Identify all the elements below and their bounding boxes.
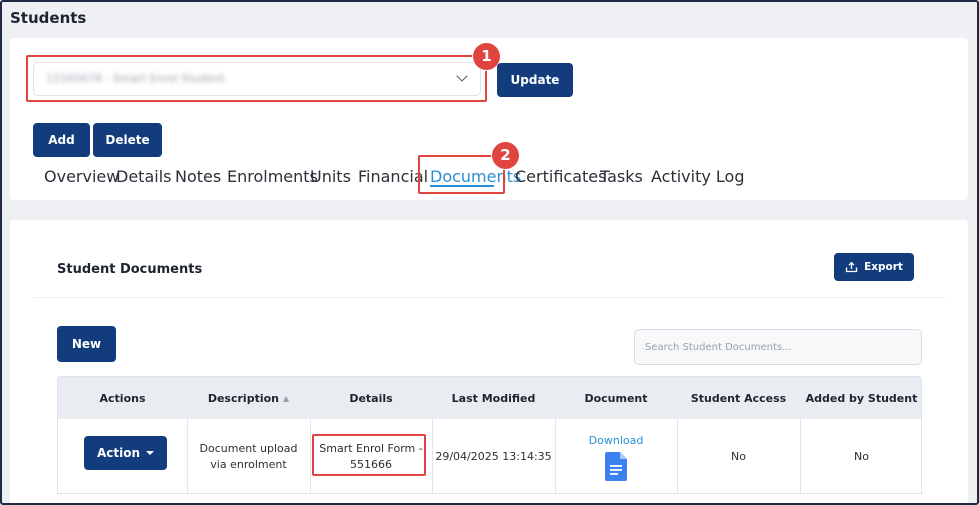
section-title: Student Documents (57, 262, 203, 277)
step-badge-2: 2 (492, 142, 519, 169)
google-doc-icon[interactable] (605, 452, 627, 481)
upload-icon (845, 261, 858, 273)
column-header-document: Document (584, 391, 648, 405)
cell-student-access: No (731, 450, 746, 463)
tab-certificates[interactable]: Certificates (515, 167, 606, 186)
column-header-details: Details (349, 391, 393, 405)
search-documents-input[interactable] (634, 329, 922, 365)
column-header-student-access: Student Access (690, 391, 787, 405)
tab-overview[interactable]: Overview (44, 167, 119, 186)
caret-down-icon (146, 451, 155, 455)
row-action-button[interactable]: Action (84, 436, 167, 470)
tab-notes[interactable]: Notes (175, 167, 221, 186)
column-header-description-label: Description (207, 391, 279, 405)
section-divider (33, 297, 945, 298)
cell-description: Document upload via enrolment (199, 442, 298, 471)
cell-document: Download (555, 419, 677, 493)
cell-last-modified: 29/04/2025 13:14:35 (435, 450, 552, 463)
sort-up-icon: ▲ (283, 393, 290, 403)
download-link[interactable]: Download (589, 433, 644, 449)
delete-button[interactable]: Delete (93, 123, 162, 157)
column-header-added-by-student: Added by Student (805, 391, 918, 405)
column-header-description[interactable]: Description ▲ (187, 377, 310, 419)
step-badge-1: 1 (473, 43, 500, 70)
highlight-details-cell (312, 434, 426, 476)
documents-table: Actions Description ▲ Details Last Modif… (57, 376, 922, 494)
column-header-last-modified: Last Modified (451, 391, 536, 405)
add-button[interactable]: Add (33, 123, 90, 157)
export-button[interactable]: Export (834, 253, 914, 281)
tab-units[interactable]: Units (310, 167, 351, 186)
export-button-label: Export (864, 261, 903, 273)
cell-added-by-student: No (854, 450, 869, 463)
new-document-button[interactable]: New (57, 326, 116, 362)
highlight-documents-tab (418, 155, 505, 194)
page-title: Students (10, 9, 87, 27)
update-button[interactable]: Update (497, 63, 573, 97)
highlight-student-select (26, 55, 487, 102)
tab-enrolments[interactable]: Enrolments (227, 167, 318, 186)
tab-details[interactable]: Details (116, 167, 171, 186)
column-header-actions: Actions (99, 391, 146, 405)
tab-tasks[interactable]: Tasks (600, 167, 643, 186)
tab-activity-log[interactable]: Activity Log (651, 167, 745, 186)
row-action-label: Action (96, 446, 141, 460)
